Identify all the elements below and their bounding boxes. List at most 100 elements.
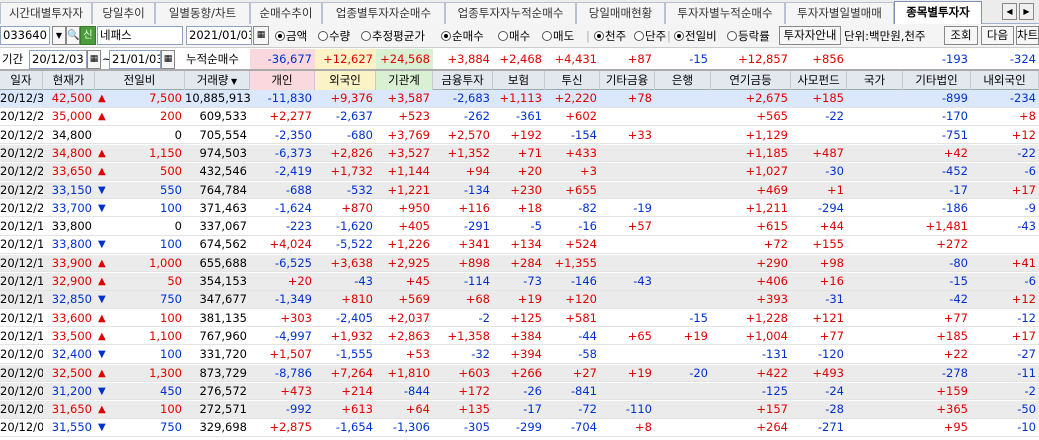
header-0[interactable]: 일자 xyxy=(0,71,43,90)
tab-4[interactable]: 업종별투자자순매수 xyxy=(322,2,445,24)
radio-amount[interactable]: 금액 xyxy=(275,27,307,45)
calendar-to-icon[interactable]: ▦ xyxy=(161,50,175,69)
cell-investor-10 xyxy=(600,255,655,272)
cell-investor-4: -8,786 xyxy=(274,365,312,380)
header-15[interactable]: 기타법인 xyxy=(903,71,971,90)
table-row[interactable]: 20/12/23 33,650 500▲ 432,546 -2,419 +1,732 +1,… xyxy=(0,163,1039,181)
header-11[interactable]: 은행 xyxy=(655,71,711,90)
chart-button[interactable]: 차트 xyxy=(1016,26,1039,45)
cell-volume: 347,677 xyxy=(199,292,247,307)
cell-change: 200 ▲ xyxy=(98,109,182,124)
header-3[interactable]: 거래량 ▼ xyxy=(185,71,250,90)
tab-6[interactable]: 당일매매현황 xyxy=(576,2,665,24)
tab-next-icon[interactable]: ▶ xyxy=(1019,3,1034,20)
radio-thousand-shares[interactable]: 천주 xyxy=(594,27,626,45)
code-dropdown-icon[interactable]: ▼ xyxy=(52,26,66,45)
header-6[interactable]: 기관계 xyxy=(376,71,433,90)
cell-investor-13: -271 xyxy=(817,420,844,435)
table-row[interactable]: 20/12/30 42,500 7,500▲10,885,913 -11,830 +9,… xyxy=(0,90,1039,108)
table-row[interactable]: 20/12/24 34,800 1,150▲ 974,503 -6,373 +2,826 +… xyxy=(0,144,1039,163)
header-9[interactable]: 투신 xyxy=(545,71,600,90)
cell-investor-6: +1,221 xyxy=(387,182,430,197)
cell-investor-10 xyxy=(600,346,655,363)
radio-net-buy[interactable]: 순매수 xyxy=(441,27,484,45)
cell-investor-9: +1,355 xyxy=(554,255,597,270)
table-row[interactable]: 20/12/08 32,500 1,300▲ 873,729 -8,786 +7,264 +… xyxy=(0,364,1039,382)
table-row[interactable]: 20/12/11 33,600 100▲ 381,135 +303 -2,405 +2,03… xyxy=(0,310,1039,328)
next-button[interactable]: 다음 xyxy=(981,26,1014,45)
cell-investor-7: -134 xyxy=(463,182,490,197)
cell-investor-5: -532 xyxy=(346,182,373,197)
tab-8[interactable]: 투자자별일별매매 xyxy=(785,2,894,24)
table-row[interactable]: 20/12/29 35,000 200▲ 609,533 +2,277 -2,637 +52… xyxy=(0,108,1039,126)
table-row[interactable]: 20/12/03 31,550 750▼ 329,698 +2,875 -1,654 -1,… xyxy=(0,419,1039,437)
table-row[interactable]: 20/12/09 32,400 100▼ 331,720 +1,507 -1,555 +53… xyxy=(0,346,1039,364)
header-7[interactable]: 금융투자 xyxy=(433,71,493,90)
header-16[interactable]: 내외국인 xyxy=(971,71,1039,90)
table-row[interactable]: 20/12/28 34,800 0 705,554 -2,350 -680 +3,769 +2… xyxy=(0,127,1039,145)
table-row[interactable]: 20/12/16 33,900 1,000▲ 655,688 -6,525 +3,638 +… xyxy=(0,254,1039,273)
sort-down-icon[interactable]: ▼ xyxy=(229,77,237,86)
period-to-input[interactable]: 21/01/03 xyxy=(109,50,161,69)
header-12[interactable]: 연기금등 xyxy=(711,71,791,90)
cell-change: 450 ▼ xyxy=(98,383,182,398)
radio-dot-icon xyxy=(361,31,371,41)
header-label: 개인 xyxy=(271,73,293,87)
tab-prev-icon[interactable]: ◀ xyxy=(1002,3,1017,20)
table-row[interactable]: 20/12/15 32,900 50▲ 354,153 +20 -43 +45 -114 -73… xyxy=(0,273,1039,291)
calendar-from-icon[interactable]: ▦ xyxy=(87,50,101,69)
tab-5[interactable]: 업종투자자누적순매수 xyxy=(445,2,576,24)
table-row[interactable]: 20/12/18 33,800 0 337,067 -223 -1,620 +405 -291… xyxy=(0,218,1039,236)
header-10[interactable]: 기타금융 xyxy=(600,71,655,90)
cell-date: 20/12/30 xyxy=(0,91,43,105)
stock-name-field[interactable]: 네패스 xyxy=(97,26,183,45)
date-input[interactable]: 2021/01/03 xyxy=(186,26,252,45)
stock-code-input[interactable]: 033640 xyxy=(0,26,50,45)
header-13[interactable]: 사모펀드 xyxy=(791,71,847,90)
cell-price: 33,800 xyxy=(51,219,92,234)
table-row[interactable]: 20/12/22 33,150 550▼ 764,784 -688 -532 +1,221 -… xyxy=(0,181,1039,199)
cell-investor-14 xyxy=(847,310,903,327)
cell-investor-8: +18 xyxy=(517,200,542,215)
cell-investor-11 xyxy=(655,291,711,308)
radio-prev-day[interactable]: 전일비 xyxy=(674,27,717,45)
query-button[interactable]: 조회 xyxy=(944,26,978,45)
cell-date: 20/12/23 xyxy=(0,164,43,179)
radio-average-price[interactable]: 추정평균가 xyxy=(361,27,425,45)
table-row[interactable]: 20/12/17 33,800 100▼ 674,562 +4,024 -5,522 +1,… xyxy=(0,236,1039,254)
tab-2[interactable]: 일별동향/차트 xyxy=(155,2,250,24)
tab-1[interactable]: 당일추이 xyxy=(92,2,155,24)
cell-investor-16: -6 xyxy=(1024,274,1036,288)
header-1[interactable]: 현재가 xyxy=(43,71,95,90)
tab-0[interactable]: 시간대별투자자 xyxy=(0,2,92,24)
table-row[interactable]: 20/12/14 32,850 750▼ 347,677 -1,349 +810 +569 +… xyxy=(0,291,1039,309)
radio-sell[interactable]: 매도 xyxy=(542,27,574,45)
header-8[interactable]: 보험 xyxy=(493,71,545,90)
investor-guide-button[interactable]: 투자자안내 xyxy=(779,26,841,45)
cell-volume: 371,463 xyxy=(199,200,247,215)
period-from-input[interactable]: 20/12/03 xyxy=(29,50,87,69)
table-row[interactable]: 20/12/07 31,200 450▼ 276,572 +473 +214 -844 +17… xyxy=(0,382,1039,401)
cell-investor-9: +3 xyxy=(580,164,597,179)
calendar-icon[interactable]: ▦ xyxy=(253,26,269,45)
table-row[interactable]: 20/12/10 33,500 1,100▲ 767,960 -4,997 +1,932 +… xyxy=(0,328,1039,346)
radio-single-shares[interactable]: 단주 xyxy=(634,27,666,45)
radio-change-rate[interactable]: 등락률 xyxy=(727,27,770,45)
cell-change: 1,000 ▲ xyxy=(98,255,182,270)
cell-investor-15: +365 xyxy=(936,402,968,417)
tab-9[interactable]: 종목별투자자 xyxy=(894,1,982,25)
tab-3[interactable]: 순매수추이 xyxy=(250,2,322,24)
cell-date: 20/12/16 xyxy=(0,255,43,270)
cell-investor-16: -43 xyxy=(1017,219,1036,234)
header-2[interactable]: 전일비 xyxy=(95,71,185,90)
radio-buy[interactable]: 매수 xyxy=(498,27,530,45)
header-4[interactable]: 개인 xyxy=(250,71,315,90)
table-row[interactable]: 20/12/04 31,650 100▲ 272,571 -992 +613 +64 +135… xyxy=(0,401,1039,419)
radio-quantity[interactable]: 수량 xyxy=(318,27,350,45)
header-14[interactable]: 국가 xyxy=(847,71,903,90)
cell-investor-11 xyxy=(655,419,711,436)
header-5[interactable]: 외국인 xyxy=(315,71,376,90)
search-icon[interactable]: 🔍 xyxy=(66,26,80,45)
tab-7[interactable]: 투자자별누적순매수 xyxy=(665,2,785,24)
table-row[interactable]: 20/12/21 33,700 100▼ 371,463 -1,624 +870 +950 +… xyxy=(0,200,1039,218)
